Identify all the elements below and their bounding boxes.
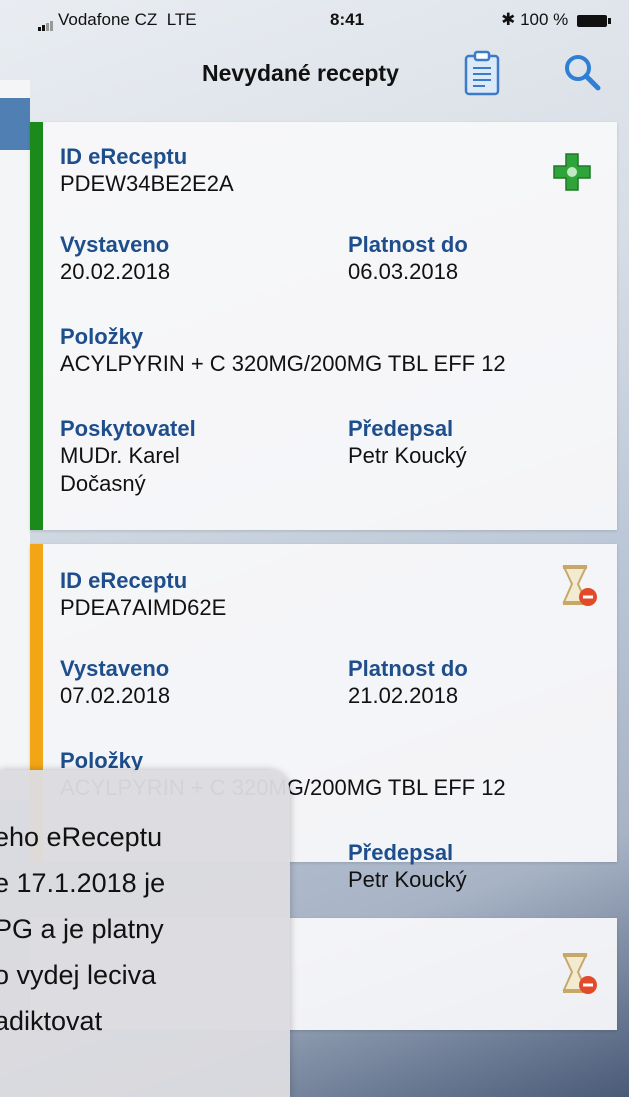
notification-line: o vydej leciva <box>0 960 157 990</box>
hourglass-expired-icon <box>562 565 597 606</box>
background-app-edge <box>0 80 30 800</box>
valid-value: 21.02.2018 <box>348 683 459 708</box>
prescriber-label: Předepsal <box>348 416 454 441</box>
network-type: LTE <box>166 10 197 29</box>
provider-value: MUDr. Karel <box>60 443 180 468</box>
prescriber-value: Petr Koucký <box>348 443 467 468</box>
clock: 8:41 <box>330 10 365 29</box>
notification-bubble[interactable]: eho eReceptu e 17.1.2018 je PG a je plat… <box>0 770 290 1097</box>
prescriber-value: Petr Koucký <box>348 867 467 892</box>
issued-value: 20.02.2018 <box>60 259 171 284</box>
issued-value: 07.02.2018 <box>60 683 171 708</box>
items-value: ACYLPYRIN + C 320MG/200MG TBL EFF 12 <box>60 351 506 376</box>
issued-label: Vystaveno <box>60 232 170 257</box>
notification-line: PG a je platny <box>0 914 164 944</box>
notification-line: e 17.1.2018 je <box>0 868 166 898</box>
hourglass-expired-icon <box>562 953 597 994</box>
battery-icon <box>577 14 611 27</box>
id-value: PDEA7AIMD62E <box>60 595 227 620</box>
valid-label: Platnost do <box>348 656 468 681</box>
status-bar: Vodafone CZ LTE 8:41 ✱ 100 % <box>22 0 629 38</box>
prescription-card[interactable]: ID eReceptu PDEW34BE2E2A Vystaveno 20.02… <box>30 122 617 530</box>
issued-label: Vystaveno <box>60 656 170 681</box>
page-title: Nevydané recepty <box>202 60 399 86</box>
carrier-name: Vodafone CZ <box>58 10 158 29</box>
items-label: Položky <box>60 324 144 349</box>
valid-label: Platnost do <box>348 232 468 257</box>
prescriber-label: Předepsal <box>348 840 454 865</box>
clipboard-icon[interactable] <box>462 50 502 96</box>
id-label: ID eReceptu <box>60 568 188 593</box>
status-stripe <box>30 122 43 530</box>
navigation-bar: Nevydané recepty <box>22 38 629 110</box>
status-left: Vodafone CZ LTE <box>38 10 197 31</box>
signal-icon <box>38 11 54 31</box>
id-value: PDEW34BE2E2A <box>60 171 234 196</box>
provider-value-2: Dočasný <box>60 471 146 496</box>
battery-percent: 100 % <box>520 10 569 29</box>
search-icon[interactable] <box>562 52 602 92</box>
id-label: ID eReceptu <box>60 144 188 169</box>
pharmacy-cross-icon <box>553 153 591 191</box>
notification-line: adiktovat <box>0 1006 103 1036</box>
bluetooth-icon: ✱ <box>501 10 516 29</box>
notification-line: eho eReceptu <box>0 822 163 852</box>
status-right: ✱ 100 % <box>501 10 611 30</box>
provider-label: Poskytovatel <box>60 416 196 441</box>
valid-value: 06.03.2018 <box>348 259 459 284</box>
